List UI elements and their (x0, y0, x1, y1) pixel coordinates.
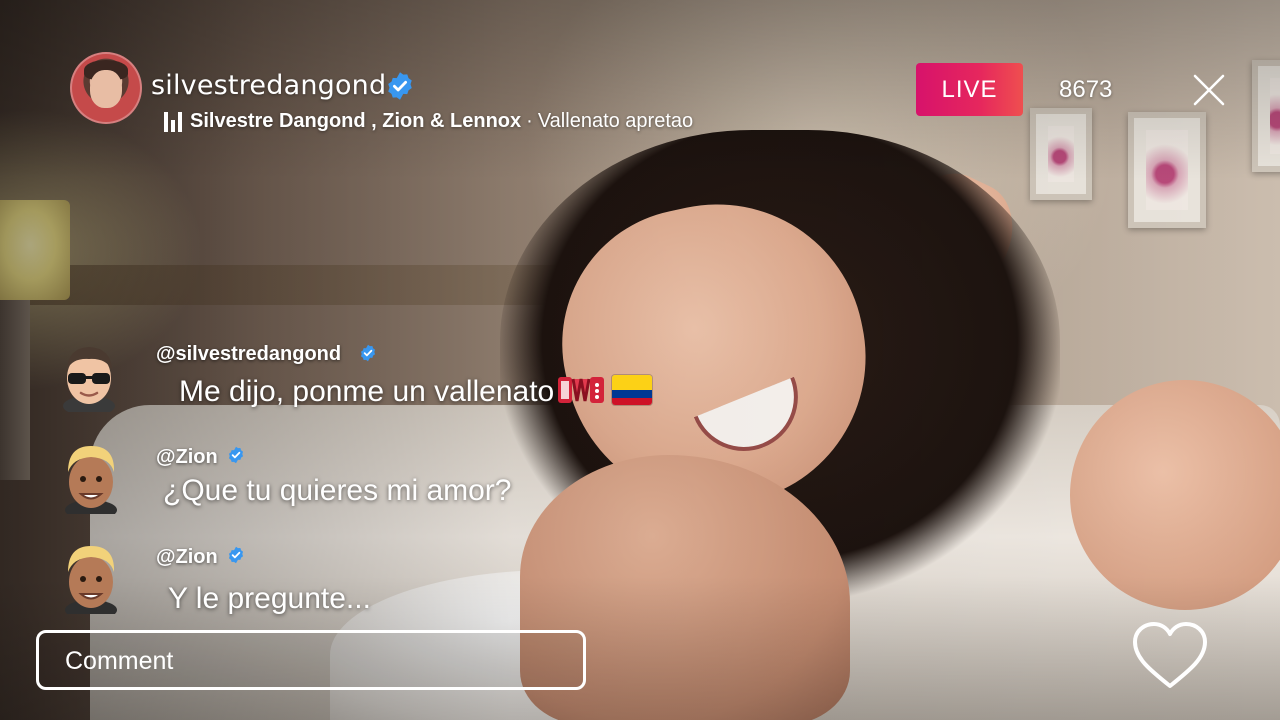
accordion-icon (558, 377, 605, 403)
song-separator: · (526, 110, 533, 132)
verified-badge-icon (228, 546, 244, 564)
comment-text: ¿Que tu quieres mi amor? (163, 474, 512, 507)
comment-text: Y le pregunte... (168, 582, 371, 615)
verified-badge-icon (360, 344, 376, 362)
comment-composer[interactable] (36, 630, 586, 690)
host-username[interactable]: silvestredangond (151, 70, 386, 101)
now-playing[interactable]: Silvestre Dangond , Zion & Lennox · Vall… (164, 110, 693, 133)
comment-text: Me dijo, ponme un vallenato (179, 375, 555, 408)
colombia-flag-icon (612, 375, 653, 405)
memoji-avatar-blonde[interactable] (58, 542, 124, 614)
verified-badge-icon (388, 72, 412, 100)
comment-text-row: Me dijo, ponme un vallenato (179, 373, 653, 409)
comment-item: @Zion ¿Que tu quieres mi amor? (0, 440, 760, 540)
song-artists: Silvestre Dangond , Zion & Lennox (190, 110, 522, 132)
equalizer-icon (164, 111, 182, 132)
comment-username[interactable]: @silvestredangond (156, 343, 341, 366)
memoji-avatar-blonde[interactable] (58, 442, 124, 514)
comment-username[interactable]: @Zion (156, 546, 218, 569)
comment-username[interactable]: @Zion (156, 446, 218, 469)
comment-input[interactable] (65, 645, 565, 677)
host-avatar[interactable] (70, 52, 142, 124)
memoji-avatar-sunglasses[interactable] (56, 340, 122, 412)
heart-icon[interactable] (1130, 620, 1210, 692)
comment-item: @Zion Y le pregunte... (0, 540, 760, 640)
close-icon[interactable] (1192, 73, 1226, 107)
viewer-count: 8673 (1059, 76, 1113, 103)
live-badge: LIVE (916, 63, 1023, 116)
comment-item: @silvestredangond Me dijo, ponme un vall… (0, 335, 760, 435)
verified-badge-icon (228, 446, 244, 464)
song-title: Vallenato apretao (537, 110, 694, 132)
